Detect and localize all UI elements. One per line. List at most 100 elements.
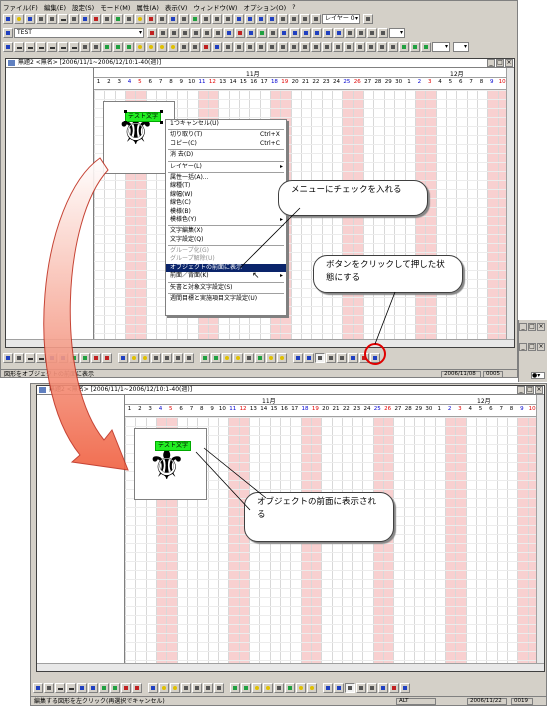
tool-button[interactable] bbox=[25, 353, 35, 363]
line-style-a[interactable] bbox=[14, 42, 24, 52]
bold-button[interactable] bbox=[224, 28, 234, 38]
tool-button[interactable] bbox=[121, 683, 131, 693]
marker-k[interactable] bbox=[333, 42, 343, 52]
tool-button[interactable] bbox=[222, 353, 232, 363]
shape-j[interactable] bbox=[201, 42, 211, 52]
align-right-button[interactable] bbox=[191, 28, 201, 38]
vertical-scrollbar[interactable] bbox=[506, 68, 514, 339]
marker-h[interactable] bbox=[300, 42, 310, 52]
selection-handle[interactable] bbox=[124, 121, 127, 124]
line-tool-icon[interactable] bbox=[3, 42, 13, 52]
selection-handle[interactable] bbox=[160, 110, 163, 113]
tool-button-d[interactable] bbox=[135, 14, 145, 24]
tool-button[interactable] bbox=[88, 683, 98, 693]
tool-button[interactable] bbox=[378, 683, 388, 693]
style-button-d[interactable] bbox=[312, 28, 322, 38]
menu-item[interactable]: 表示(V) bbox=[165, 2, 188, 12]
text-input-combo[interactable]: TEST bbox=[14, 28, 144, 38]
restore-button[interactable]: □ bbox=[528, 323, 536, 331]
minimize-button[interactable]: _ bbox=[517, 386, 525, 394]
tool-button[interactable] bbox=[367, 683, 377, 693]
context-menu-item[interactable]: 線色(C) bbox=[166, 199, 286, 207]
tool-button[interactable] bbox=[44, 683, 54, 693]
tool-button[interactable] bbox=[200, 353, 210, 363]
restore-button[interactable]: □ bbox=[528, 343, 536, 351]
copy-button[interactable] bbox=[69, 14, 79, 24]
point-select[interactable] bbox=[453, 42, 469, 52]
tool-button[interactable] bbox=[233, 353, 243, 363]
tool-button[interactable] bbox=[326, 353, 336, 363]
line-style-e[interactable] bbox=[58, 42, 68, 52]
menu-item[interactable]: ウィンドウ(W) bbox=[193, 2, 237, 12]
context-menu-item[interactable]: 模様色(Y) ▸ bbox=[166, 216, 286, 224]
marker-i[interactable] bbox=[311, 42, 321, 52]
tool-button[interactable] bbox=[252, 683, 262, 693]
style-button-f[interactable] bbox=[334, 28, 344, 38]
tool-button[interactable] bbox=[274, 683, 284, 693]
shape-g[interactable] bbox=[168, 42, 178, 52]
style-button-g[interactable] bbox=[345, 28, 355, 38]
tool-button[interactable] bbox=[255, 353, 265, 363]
zoom-out-icon[interactable] bbox=[212, 14, 222, 24]
line-width-a[interactable] bbox=[80, 42, 90, 52]
front-display-toggle-button[interactable] bbox=[315, 353, 325, 363]
context-menu-item[interactable]: 週間目標と実施項目文字設定(U) bbox=[166, 295, 286, 303]
context-menu-item[interactable]: 文字編集(X) bbox=[166, 227, 286, 235]
tool-button[interactable] bbox=[33, 683, 43, 693]
marker-d[interactable] bbox=[256, 42, 266, 52]
tool-button[interactable] bbox=[132, 683, 142, 693]
minimize-button[interactable]: _ bbox=[519, 343, 527, 351]
fill-color-select[interactable] bbox=[389, 28, 405, 38]
tool-button[interactable] bbox=[148, 683, 158, 693]
line-width-b[interactable] bbox=[91, 42, 101, 52]
marker-m[interactable] bbox=[355, 42, 365, 52]
align-left-button[interactable] bbox=[169, 28, 179, 38]
shape-h[interactable] bbox=[179, 42, 189, 52]
horizontal-scrollbar[interactable] bbox=[37, 663, 544, 671]
close-button[interactable]: × bbox=[537, 323, 545, 331]
tool-button-i[interactable] bbox=[190, 14, 200, 24]
marker-g[interactable] bbox=[289, 42, 299, 52]
menu-item[interactable]: オプション(O) bbox=[243, 2, 286, 12]
style-button-c[interactable] bbox=[301, 28, 311, 38]
open-file-button[interactable] bbox=[14, 14, 24, 24]
zoom-fit-icon[interactable] bbox=[223, 14, 233, 24]
restore-button[interactable]: □ bbox=[496, 59, 504, 67]
tool-button[interactable] bbox=[14, 353, 24, 363]
line-style-f[interactable] bbox=[69, 42, 79, 52]
tool-button[interactable] bbox=[129, 353, 139, 363]
tool-button[interactable] bbox=[118, 353, 128, 363]
tool-button[interactable] bbox=[285, 683, 295, 693]
minimize-button[interactable]: _ bbox=[519, 323, 527, 331]
tool-button[interactable] bbox=[66, 683, 76, 693]
context-menu-item[interactable]: 文字設定(Q) bbox=[166, 236, 286, 244]
tool-button[interactable] bbox=[230, 683, 240, 693]
new-file-button[interactable] bbox=[3, 14, 13, 24]
marker-s[interactable] bbox=[421, 42, 431, 52]
tool-button[interactable] bbox=[58, 353, 68, 363]
tool-button[interactable] bbox=[304, 353, 314, 363]
green-text-object[interactable]: テスト文字 bbox=[155, 441, 191, 451]
tool-button[interactable] bbox=[296, 683, 306, 693]
tool-button-c[interactable] bbox=[124, 14, 134, 24]
tool-button[interactable] bbox=[80, 353, 90, 363]
tool-button[interactable] bbox=[203, 683, 213, 693]
view-button-c[interactable] bbox=[256, 14, 266, 24]
cut-button[interactable] bbox=[58, 14, 68, 24]
tool-button[interactable] bbox=[244, 353, 254, 363]
vertical-scrollbar[interactable] bbox=[536, 395, 544, 665]
selection-handle[interactable] bbox=[124, 110, 127, 113]
context-menu-item[interactable]: オブジェクトの前面に表示 bbox=[166, 263, 286, 273]
tool-button[interactable] bbox=[307, 683, 317, 693]
marker-p[interactable] bbox=[388, 42, 398, 52]
tool-button[interactable] bbox=[162, 353, 172, 363]
shape-c[interactable] bbox=[124, 42, 134, 52]
tool-button[interactable] bbox=[241, 683, 251, 693]
tool-button[interactable] bbox=[400, 683, 410, 693]
layer-button[interactable] bbox=[363, 14, 373, 24]
valign-button[interactable] bbox=[213, 28, 223, 38]
tool-button[interactable] bbox=[77, 683, 87, 693]
green-text-object[interactable]: テスト文字 bbox=[125, 112, 161, 122]
tool-button-b[interactable] bbox=[113, 14, 123, 24]
marker-a[interactable] bbox=[223, 42, 233, 52]
